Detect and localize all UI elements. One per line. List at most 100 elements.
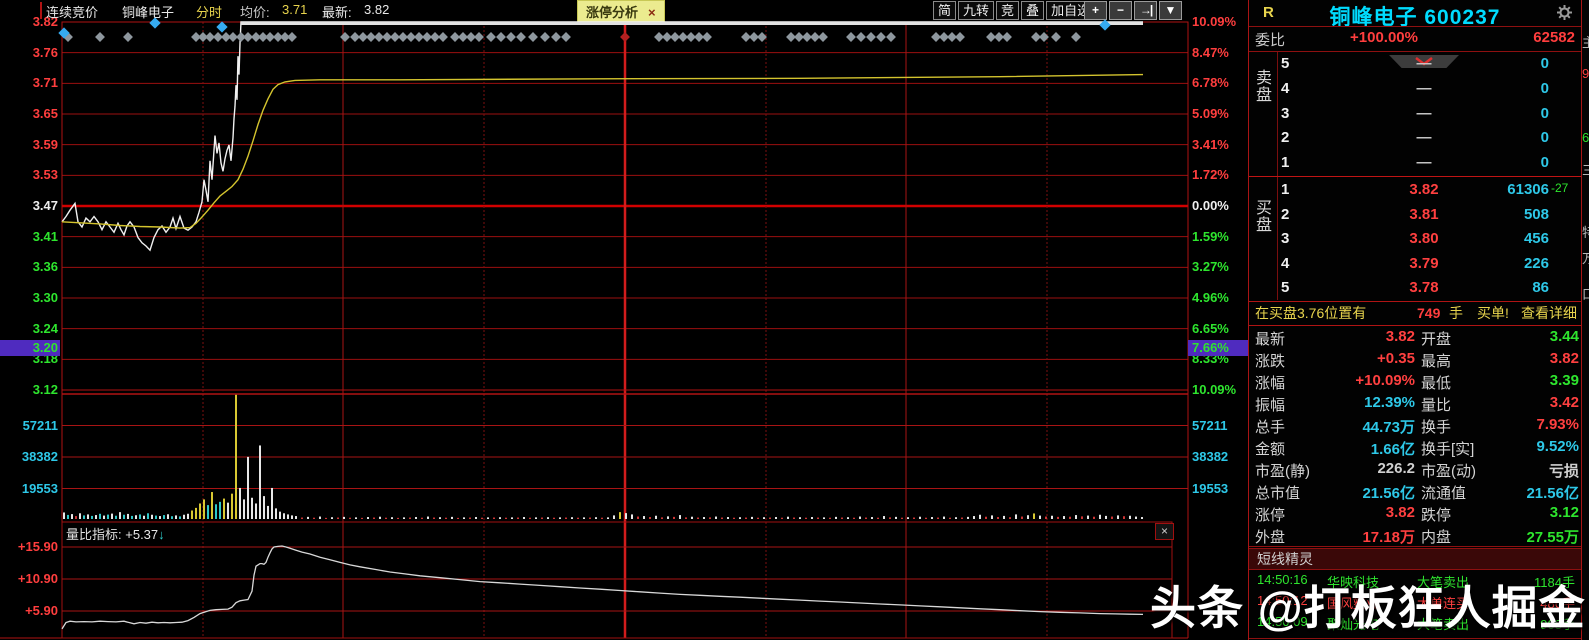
stat-label: 量比 bbox=[1421, 397, 1452, 414]
watermark-text: 头条 @打板狂人掘金 bbox=[1150, 582, 1586, 634]
last-label: 最新: bbox=[322, 5, 352, 20]
stat-label: 最高 bbox=[1421, 353, 1452, 370]
volume-tick: 19553 bbox=[21, 480, 58, 496]
stat-label: 最新 bbox=[1255, 331, 1286, 348]
stat-label: 涨幅 bbox=[1255, 375, 1286, 392]
stat-value: +10.09% bbox=[1355, 372, 1415, 389]
percent-tick: 10.09% bbox=[1192, 382, 1237, 397]
queue-volume: 0 bbox=[1540, 79, 1549, 97]
price-tick: 3.71 bbox=[32, 75, 58, 91]
stat-value: 亏损 bbox=[1548, 463, 1579, 480]
indicator-name: 量比指标: bbox=[66, 527, 122, 542]
queue-change: -27 bbox=[1551, 181, 1569, 195]
clipped-char: 三 bbox=[1582, 160, 1589, 179]
highlighted-price-tick: 3.20 bbox=[0, 339, 60, 356]
percent-tick: 3.27% bbox=[1192, 259, 1229, 275]
weibi-percent: +100.00% bbox=[1350, 29, 1418, 46]
stat-label: 涨停 bbox=[1255, 507, 1286, 524]
queue-level: 2 bbox=[1281, 129, 1290, 147]
queue-level: 3 bbox=[1281, 230, 1290, 248]
stat-value: 27.55万 bbox=[1526, 529, 1579, 546]
stat-value: 44.73万 bbox=[1362, 419, 1415, 436]
settings-gear-icon[interactable] bbox=[1556, 4, 1573, 21]
clipped-char: 9 bbox=[1582, 66, 1589, 81]
stat-label: 市盈(动) bbox=[1421, 463, 1476, 480]
stat-label: 换手[实] bbox=[1421, 441, 1475, 458]
percent-tick: 1.59% bbox=[1192, 228, 1229, 244]
stat-label: 总手 bbox=[1255, 419, 1286, 436]
volume-tick-right: 19553 bbox=[1192, 480, 1229, 496]
window-edge-tick bbox=[40, 2, 42, 19]
duanxian-title: 短线精灵 bbox=[1249, 548, 1581, 570]
price-tick: 3.30 bbox=[32, 290, 58, 305]
queue-volume: 61306 bbox=[1507, 181, 1549, 198]
stat-value: 3.12 bbox=[1549, 504, 1579, 521]
queue-volume: 86 bbox=[1532, 279, 1549, 297]
avg-value: 3.71 bbox=[282, 2, 308, 17]
price-tick: 3.24 bbox=[32, 320, 58, 336]
price-tick: 3.65 bbox=[32, 106, 58, 121]
clipped-char: 6 bbox=[1582, 130, 1589, 145]
weibi-diff: 62582 bbox=[1533, 29, 1575, 46]
stat-value: 12.39% bbox=[1364, 394, 1415, 411]
avg-label: 均价: bbox=[240, 5, 270, 20]
notice-lots: 749 bbox=[1417, 305, 1441, 321]
price-tick: 3.53 bbox=[32, 167, 58, 183]
clipped-side-column: 主 9 6 三特万口 bbox=[1581, 0, 1589, 640]
stat-value: 3.82 bbox=[1549, 350, 1579, 367]
stat-label: 流通值 bbox=[1421, 485, 1467, 502]
stat-label: 涨跌 bbox=[1255, 353, 1286, 370]
percent-tick: 8.47% bbox=[1192, 44, 1229, 60]
volume-tick: 38382 bbox=[21, 449, 58, 464]
queue-volume: 226 bbox=[1523, 254, 1549, 272]
queue-volume: 0 bbox=[1540, 129, 1549, 147]
buy-side-label: 买盘 bbox=[1255, 200, 1272, 234]
stat-value: 17.18万 bbox=[1362, 529, 1415, 546]
clipped-char: 万 bbox=[1582, 248, 1589, 267]
queue-level: 3 bbox=[1281, 104, 1290, 122]
notice-text: 在买盘3.76位置有 bbox=[1255, 305, 1367, 321]
price-tick: 3.41 bbox=[32, 228, 58, 244]
stat-label: 振幅 bbox=[1255, 397, 1286, 414]
chart-topbar: 连续竞价 铜峰电子 分时 均价: 3.71 最新: 3.82 bbox=[0, 0, 1248, 22]
clipped-char: 口 bbox=[1582, 284, 1589, 303]
percent-tick: 4.96% bbox=[1192, 290, 1229, 305]
clipped-char: 主 bbox=[1582, 32, 1589, 51]
mode-label[interactable]: 分时 bbox=[196, 2, 222, 21]
liangbi-tick: +5.90 bbox=[25, 603, 58, 618]
notice-tail: 买单! bbox=[1477, 305, 1509, 321]
queue-level: 2 bbox=[1281, 205, 1290, 223]
queue-level: 4 bbox=[1281, 79, 1290, 97]
stat-label: 开盘 bbox=[1421, 331, 1452, 348]
queue-volume: 508 bbox=[1523, 205, 1549, 223]
liangbi-tick: +15.90 bbox=[17, 539, 58, 554]
view-details-link[interactable]: 查看详细 bbox=[1521, 302, 1577, 324]
stock-app-window: 3.82 10.09% 3.76 8.47% 3.71 6.78% 3.65 5.09% 3.5… bbox=[0, 0, 1589, 640]
price-tick: 3.47 bbox=[32, 198, 58, 213]
volume-tick-right: 38382 bbox=[1192, 449, 1229, 464]
stat-label: 金额 bbox=[1255, 441, 1286, 458]
stat-value: 21.56亿 bbox=[1526, 485, 1579, 502]
volume-tick: 57211 bbox=[22, 417, 58, 433]
highlighted-percent-tick: 7.66% bbox=[1188, 339, 1248, 356]
price-tick: 3.76 bbox=[32, 44, 58, 60]
stat-value: 9.52% bbox=[1536, 438, 1579, 455]
liangbi-tick: +10.90 bbox=[17, 571, 58, 586]
stat-value: 3.82 bbox=[1385, 504, 1415, 521]
stat-value: 3.42 bbox=[1549, 394, 1579, 411]
stat-value: 3.82 bbox=[1385, 328, 1415, 345]
buy-order-notice: 在买盘3.76位置有 749 手 买单! 查看详细 bbox=[1249, 301, 1581, 326]
liangbi-indicator-label: 量比指标: +5.37↓ bbox=[66, 524, 165, 543]
stat-value: 1.66亿 bbox=[1370, 441, 1415, 458]
stat-label: 最低 bbox=[1421, 375, 1452, 392]
queue-level: 1 bbox=[1281, 154, 1290, 172]
stat-label: 内盘 bbox=[1421, 529, 1452, 546]
price-tick: 3.36 bbox=[32, 259, 58, 275]
indicator-close-icon[interactable]: × bbox=[1155, 523, 1174, 540]
percent-tick: 6.65% bbox=[1192, 320, 1229, 336]
queue-volume: 0 bbox=[1540, 55, 1549, 72]
percent-tick: 0.00% bbox=[1192, 198, 1229, 213]
stat-value: +0.35 bbox=[1377, 350, 1415, 367]
price-tick: 3.59 bbox=[32, 136, 58, 152]
stat-label: 换手 bbox=[1421, 419, 1452, 436]
